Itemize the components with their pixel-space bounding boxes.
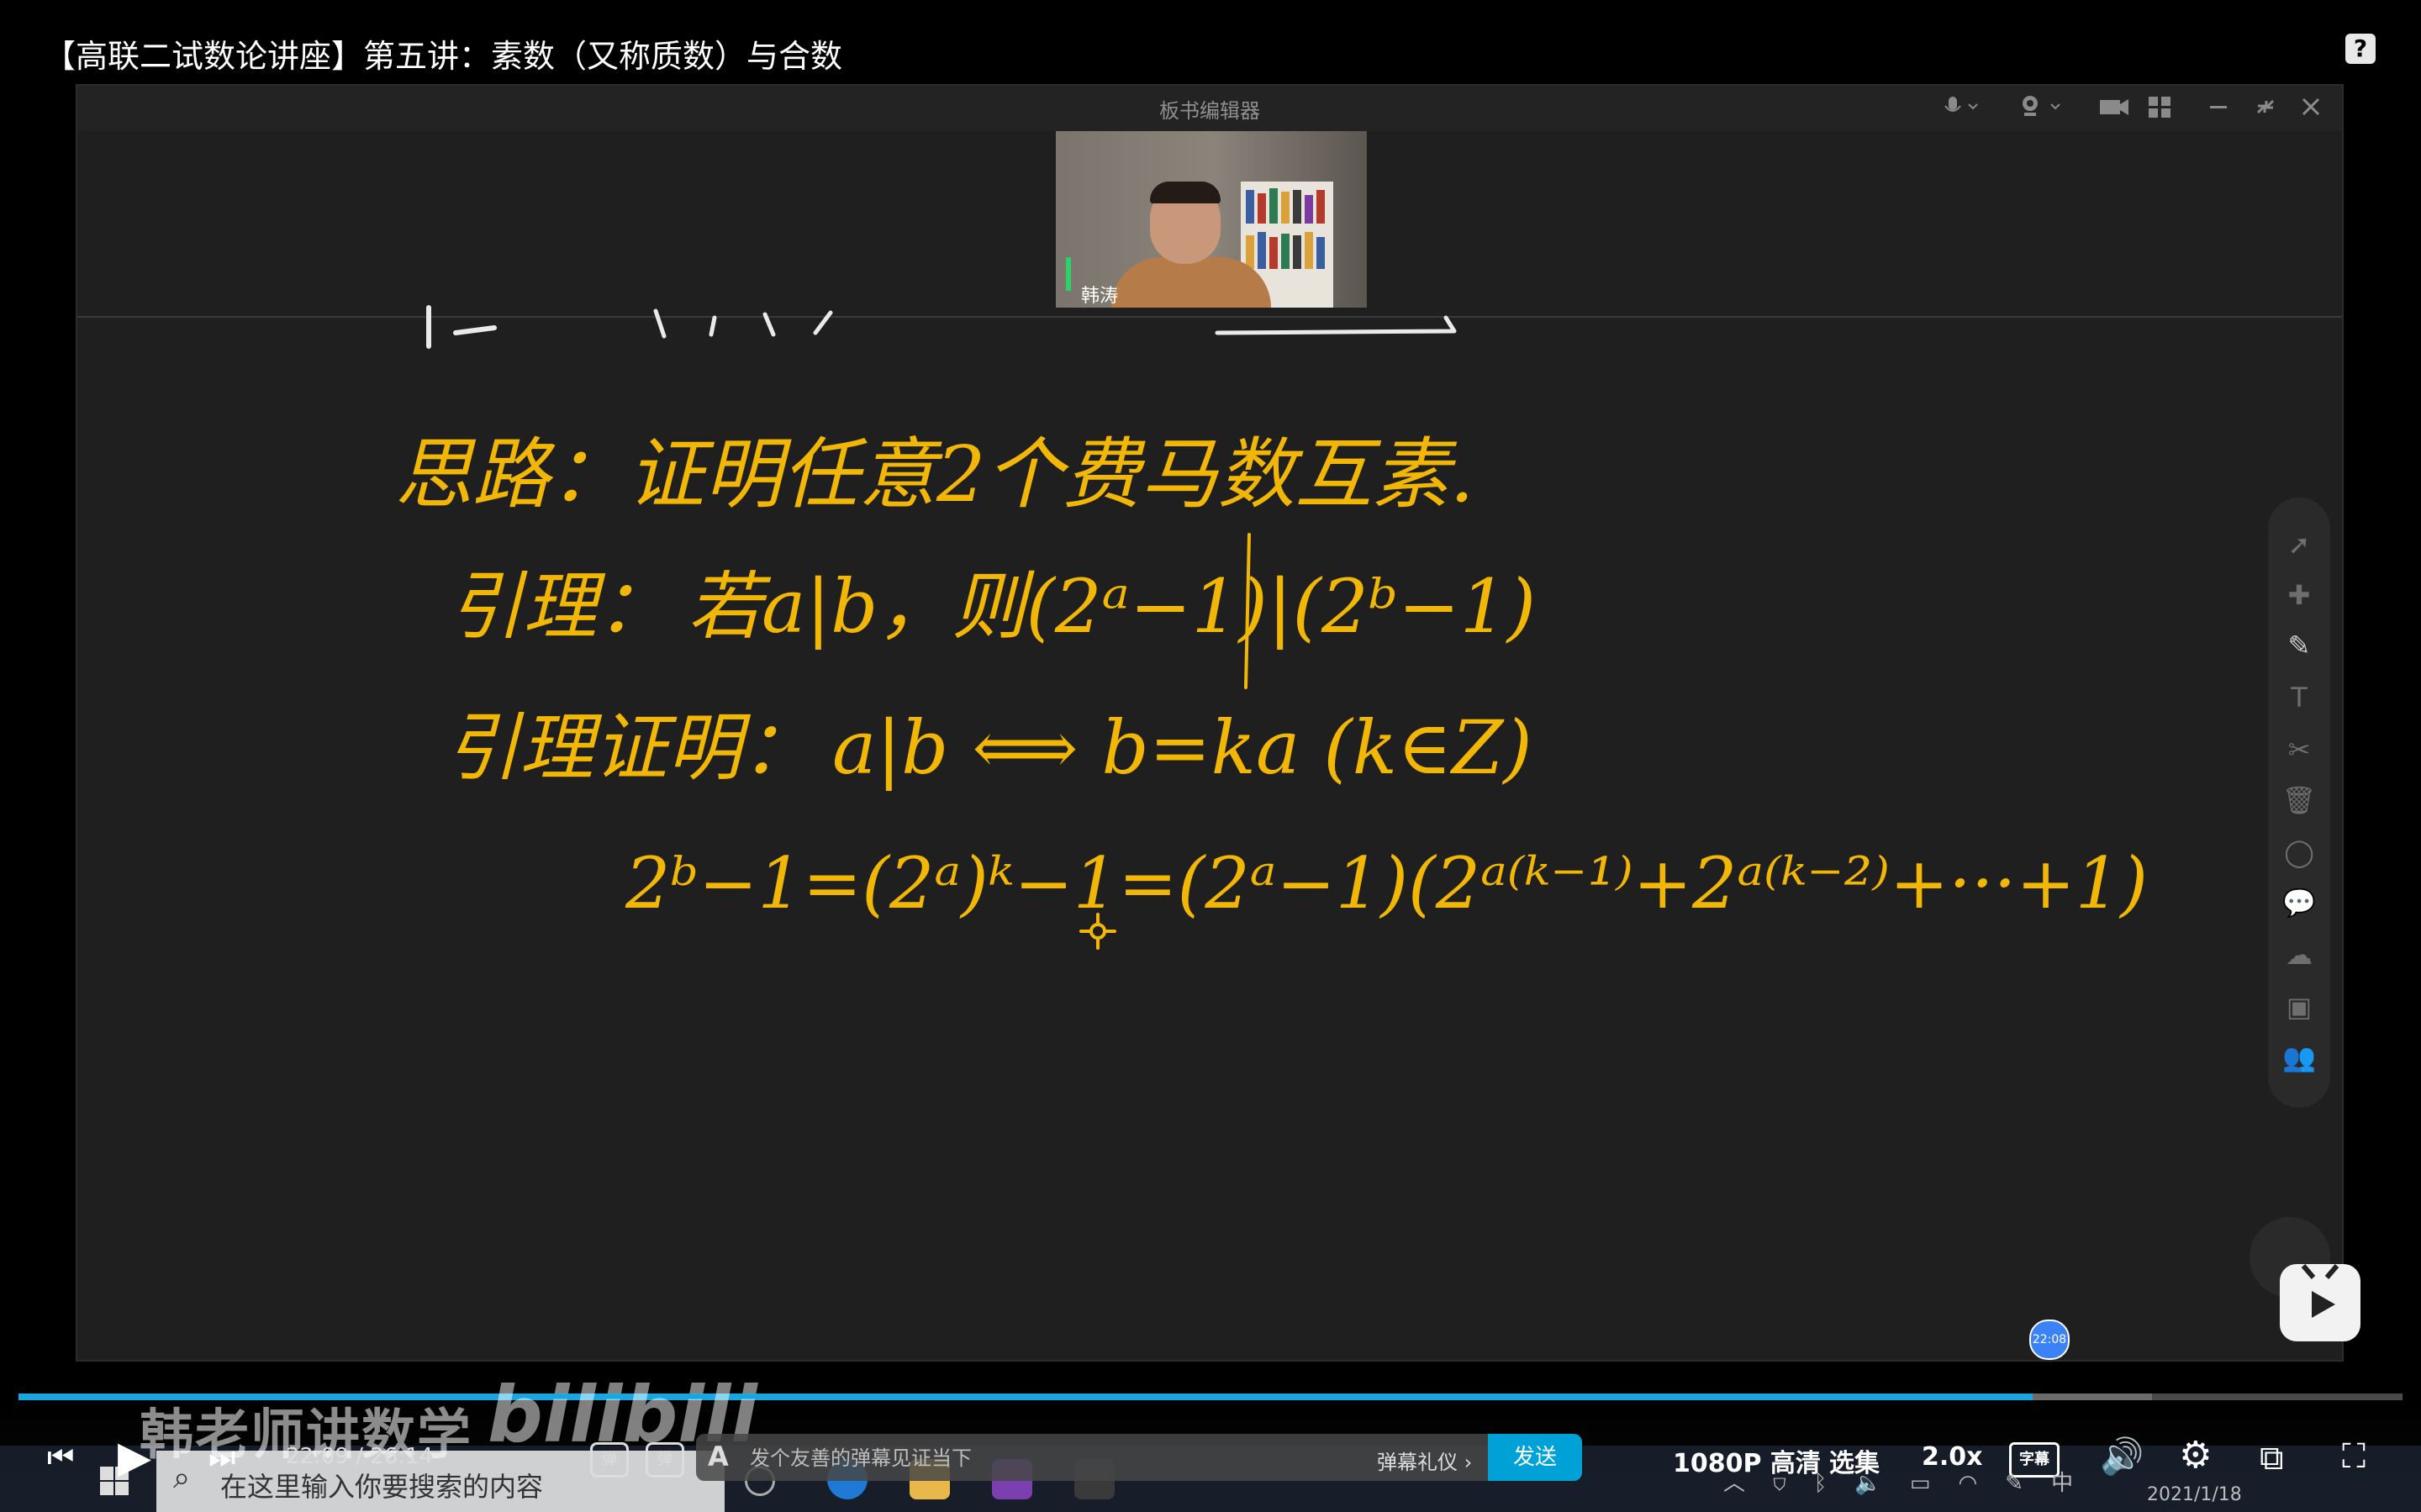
next-button[interactable]: ⏭ <box>208 1441 235 1476</box>
time-separator: / <box>356 1444 363 1469</box>
trash-icon[interactable]: 🗑 <box>2268 783 2330 817</box>
text-icon[interactable]: T <box>2268 681 2330 714</box>
cloud-icon[interactable]: ☁ <box>2268 938 2330 972</box>
tray-chevron-icon[interactable]: ︿ <box>1723 1471 1745 1496</box>
add-cursor-icon[interactable]: ✚ <box>2268 578 2330 612</box>
users-icon[interactable]: 👥 <box>2268 1040 2330 1074</box>
handwriting-proof: a|b ⟺ b=ka (k∈Z) <box>832 704 1532 791</box>
handwriting-line-1: 思路：证明任意2个费马数互素. <box>395 429 1474 519</box>
time-display: 22:09 / 26:14 <box>286 1444 433 1469</box>
prev-line-stroke <box>453 325 497 335</box>
send-button[interactable]: 发送 <box>1488 1434 1582 1481</box>
prev-line-stroke <box>1215 315 1457 335</box>
battery-icon[interactable]: ▭ <box>1910 1471 1931 1496</box>
prev-line-stroke <box>653 308 833 339</box>
ime-indicator[interactable]: 中 <box>2051 1471 2073 1496</box>
current-time: 22:09 <box>286 1444 349 1469</box>
taskbar-date: 2021/1/18 <box>2147 1484 2242 1505</box>
settings-gear-icon[interactable]: ⚙ <box>2179 1434 2212 1477</box>
fullscreen-icon[interactable]: ⛶ <box>2342 1437 2366 1476</box>
handwriting-expansion: 2ᵇ−1=(2ᵃ)ᵏ−1=(2ᵃ−1)(2ᵃ⁽ᵏ⁻¹⁾+2ᵃ⁽ᵏ⁻²⁾+···+… <box>625 842 2148 925</box>
pen-icon[interactable]: ✎ <box>2268 629 2330 662</box>
system-tray: ︿ ⛉ ᛒ 🔈 ▭ ◠ ✎ 中 <box>1723 1466 2073 1497</box>
volume-icon[interactable]: 🔊 <box>2100 1436 2144 1478</box>
toolbox-icon[interactable]: ▣ <box>2268 990 2330 1024</box>
whiteboard-canvas[interactable]: 思路：证明任意2个费马数互素. 引理： 若a|b，则(2ᵃ−1)|(2ᵇ−1) … <box>76 84 2344 1362</box>
board-tool-palette: ➚ ✚ ✎ T ✂ 🗑 ◯ 💬 ☁ ▣ 👥 <box>2268 498 2330 1108</box>
danmaku-style-icon[interactable]: A <box>708 1441 729 1472</box>
pen-tray-icon[interactable]: ✎ <box>2005 1471 2023 1496</box>
danmaku-settings-button[interactable]: 弹 <box>646 1442 684 1478</box>
speaker-icon[interactable]: 🔈 <box>1854 1471 1881 1496</box>
mini-player-icon[interactable] <box>2280 1264 2360 1341</box>
danmaku-toggle-button[interactable]: 弹 <box>590 1442 629 1478</box>
handwriting-proof-label: 引理证明： <box>446 704 815 791</box>
previous-button[interactable]: ⏮ <box>47 1441 74 1476</box>
chat-icon[interactable]: 💬 <box>2268 886 2330 919</box>
timestamp-bubble[interactable]: 22:08 <box>2029 1320 2070 1360</box>
shape-icon[interactable]: ◯ <box>2268 835 2330 869</box>
handwriting-lemma: 若a|b，则(2ᵃ−1)|(2ᵇ−1) <box>688 563 1536 650</box>
bluetooth-icon[interactable]: ᛒ <box>1814 1471 1828 1496</box>
video-title: 【高联二试数论讲座】第五讲：素数（又称质数）与合数 <box>44 38 843 75</box>
picture-in-picture-icon[interactable]: ⧉ <box>2260 1439 2284 1478</box>
wifi-icon[interactable]: ◠ <box>1959 1471 1978 1496</box>
shield-icon[interactable]: ⛉ <box>1773 1471 1786 1496</box>
play-button[interactable]: ▶ <box>118 1432 151 1483</box>
cursor-marker <box>1089 923 1106 940</box>
help-icon[interactable]: ? <box>2345 34 2376 64</box>
taskbar-search-placeholder: 在这里输入你要搜索的内容 <box>220 1471 544 1503</box>
handwriting-lemma-label: 引理： <box>449 563 671 650</box>
select-icon[interactable]: ➚ <box>2268 528 2330 561</box>
divides-stroke <box>1244 533 1251 689</box>
danmaku-input[interactable] <box>748 1442 1340 1474</box>
duration: 26:14 <box>370 1444 434 1469</box>
danmaku-etiquette-link[interactable]: 弹幕礼仪 › <box>1377 1446 1472 1475</box>
scissors-icon[interactable]: ✂ <box>2268 733 2330 767</box>
